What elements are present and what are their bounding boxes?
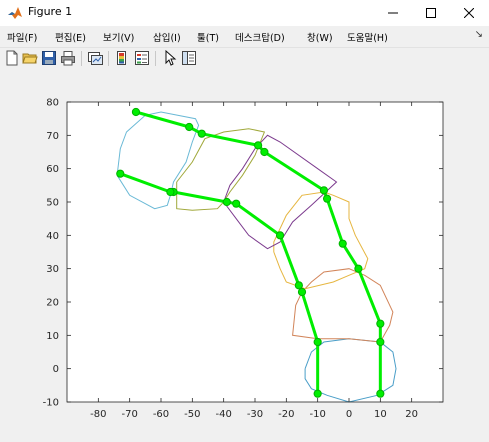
y-tick-label: 20 [46,298,59,309]
menu-bar: 파일(F) 편집(E) 보기(V) 삽입(I) 툴(T) 데스크탑(D) 창(W… [0,27,489,46]
y-tick-label: 50 [46,198,59,209]
joint-marker-10 [338,239,347,248]
menu-edit[interactable]: 편집(E) [55,30,86,44]
toolbar [0,47,489,71]
y-tick-label: 10 [46,331,59,342]
save-icon[interactable] [41,50,57,66]
figure-window: Figure 1 파일(F) 편집(E) 보기(V) 삽입(I) 툴(T) 데스… [0,0,489,442]
close-icon [464,8,474,18]
open-file-icon[interactable] [22,50,38,66]
y-tick-label: 30 [46,264,59,275]
joint-marker-7 [294,281,303,290]
menu-dock-arrow-icon[interactable]: ↘ [475,29,483,40]
y-tick-label: 80 [46,98,59,109]
y-tick-label: -10 [43,398,59,409]
joint-marker-8 [354,264,363,273]
new-figure-icon[interactable] [4,50,20,66]
x-tick-label: 20 [405,409,418,420]
menu-help[interactable]: 도움말(H) [347,30,388,44]
x-tick-label: -20 [278,409,294,420]
x-tick-label: -40 [215,409,231,420]
joint-marker-21 [185,122,194,132]
minimize-icon [388,12,398,14]
x-tick-label: -70 [121,409,137,420]
colorbar-icon[interactable] [114,50,130,66]
x-tick-label: -30 [247,409,263,420]
print-icon[interactable] [60,50,76,66]
joint-marker-9 [275,231,285,240]
pointer-icon[interactable] [162,50,178,66]
joint-marker-4 [376,337,385,347]
x-tick-label: -80 [90,409,106,420]
joint-marker-18 [254,141,263,150]
joint-marker-20 [197,129,206,138]
toolbar-separator [155,51,156,66]
minimize-button[interactable] [374,0,412,26]
maximize-button[interactable] [412,0,450,26]
menu-file[interactable]: 파일(F) [7,30,37,44]
figure-area: -80 -70 -60 -50 -40 -30 -20 -10 0 10 20 -10 0 10 20 30… [0,70,489,442]
menu-window[interactable]: 창(W) [307,30,333,44]
joint-marker-17 [166,187,175,197]
close-button[interactable] [450,0,488,26]
toolbar-separator [108,51,109,66]
y-tick-label: 60 [46,164,59,175]
joint-marker-19 [116,169,125,178]
matlab-icon [8,7,22,19]
x-tick-label: -50 [184,409,200,420]
joint-marker-3 [313,337,322,347]
joint-marker-1 [313,389,322,398]
y-tick-label: 70 [46,131,59,142]
maximize-icon [426,8,436,18]
toolbar-separator [81,51,82,66]
title-bar: Figure 1 [0,0,489,26]
window-title: Figure 1 [28,5,73,18]
x-tick-label: -10 [309,409,325,420]
joint-marker-6 [376,319,385,328]
joint-marker-22 [131,107,141,117]
joint-marker-12 [322,194,332,203]
joint-marker-14 [319,186,329,195]
link-plot-icon[interactable] [87,50,103,66]
joint-marker-16 [260,147,269,157]
x-tick-label: -60 [153,409,169,420]
x-tick-label: 10 [374,409,387,420]
y-tick-label: 40 [46,231,59,242]
joint-marker-13 [222,197,231,207]
plot-svg[interactable]: -80 -70 -60 -50 -40 -30 -20 -10 0 10 20 -10 0 10 20 30… [0,70,489,442]
menu-insert[interactable]: 삽입(I) [153,30,181,44]
legend-icon[interactable] [134,50,150,66]
joint-marker-5 [297,287,307,297]
property-editor-icon[interactable] [181,50,197,66]
joint-marker-11 [232,199,241,208]
joint-marker-2 [376,389,385,398]
menu-tools[interactable]: 툴(T) [197,30,219,44]
y-tick-label: 0 [53,364,59,375]
menu-desktop[interactable]: 데스크탑(D) [235,30,285,44]
menu-view[interactable]: 보기(V) [103,30,134,44]
x-tick-label: 0 [346,409,352,420]
